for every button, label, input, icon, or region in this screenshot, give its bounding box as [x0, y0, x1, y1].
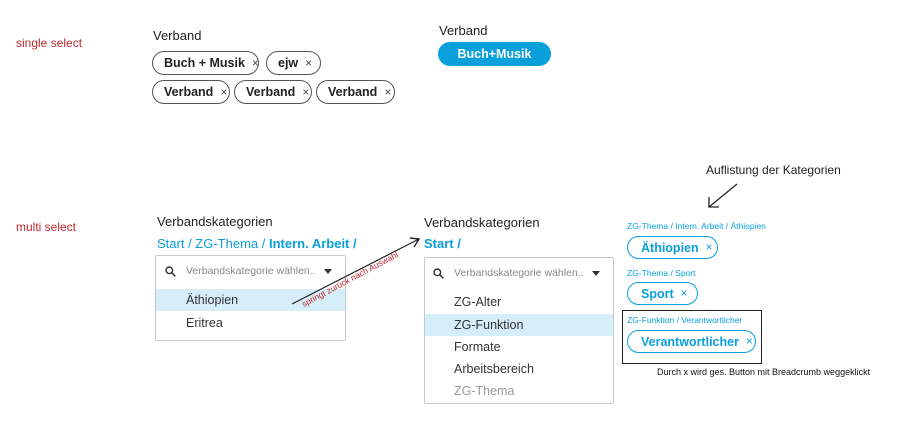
chip-verband-1[interactable]: Verband ×	[152, 80, 230, 104]
chip-label: Verband	[246, 85, 296, 99]
close-icon[interactable]: ×	[305, 56, 312, 70]
chip-label: ejw	[278, 56, 299, 70]
option-arbeitsbereich[interactable]: Arbeitsbereich	[425, 358, 613, 380]
search-row[interactable]: Verbandskategorie wählen..	[425, 258, 613, 288]
close-icon[interactable]: ×	[384, 85, 391, 99]
single-select-label: single select	[16, 36, 83, 50]
multi-select-label: multi select	[16, 220, 77, 234]
breadcrumb-right[interactable]: Start /	[424, 236, 461, 251]
category-path-1: ZG-Thema / Intern. Arbeit / Äthiopien	[627, 221, 766, 231]
dropdown-right[interactable]: Verbandskategorie wählen.. ZG-Alter ZG-F…	[424, 257, 614, 404]
close-icon[interactable]: ×	[746, 336, 753, 348]
breadcrumb-plain[interactable]: Start / ZG-Thema /	[157, 236, 269, 251]
breadcrumb-start[interactable]: Start /	[424, 236, 461, 251]
caret-down-icon[interactable]	[592, 270, 600, 276]
close-icon[interactable]: ×	[706, 242, 713, 254]
close-icon[interactable]: ×	[220, 85, 227, 99]
chip-buch-musik[interactable]: Buch + Musik ×	[152, 51, 259, 75]
category-path-3: ZG-Funktion / Verantwortlicher	[627, 315, 743, 325]
chip-label: Verantwortlicher	[641, 334, 739, 349]
chip-ejw[interactable]: ejw ×	[266, 51, 321, 75]
search-icon	[433, 267, 444, 279]
chip-verband-3[interactable]: Verband ×	[316, 80, 395, 104]
verband-heading-left: Verband	[153, 28, 202, 43]
option-zg-alter[interactable]: ZG-Alter	[425, 291, 613, 313]
verbandskategorien-heading-right: Verbandskategorien	[424, 215, 540, 230]
chip-label: Äthiopien	[641, 240, 699, 255]
chip-label: Verband	[164, 85, 214, 99]
chip-label: Sport	[641, 286, 674, 301]
verbandskategorien-heading-left: Verbandskategorien	[157, 214, 273, 229]
chip-label: Verband	[328, 85, 378, 99]
selected-pill[interactable]: Buch+Musik	[438, 42, 551, 66]
close-icon[interactable]: ×	[302, 85, 309, 99]
search-icon	[165, 265, 176, 277]
option-zg-funktion[interactable]: ZG-Funktion	[425, 314, 613, 336]
categories-title: Auflistung der Kategorien	[706, 163, 841, 177]
verband-heading-right: Verband	[439, 23, 488, 38]
option-formate[interactable]: Formate	[425, 336, 613, 358]
option-zg-thema: ZG-Thema	[454, 384, 515, 398]
category-chip-verantwortlicher[interactable]: Verantwortlicher ×	[627, 330, 756, 353]
arrow-down-left-icon	[708, 183, 738, 208]
category-path-2: ZG-Thema / Sport	[627, 268, 696, 278]
close-icon[interactable]: ×	[681, 288, 688, 300]
option-eritrea[interactable]: Eritrea	[156, 312, 345, 334]
chip-label: Buch + Musik	[164, 56, 245, 70]
category-chip-aethiopien[interactable]: Äthiopien ×	[627, 236, 718, 259]
chip-verband-2[interactable]: Verband ×	[234, 80, 312, 104]
footnote: Durch x wird ges. Button mit Breadcrumb …	[657, 367, 871, 377]
close-icon[interactable]: ×	[252, 56, 259, 70]
search-input[interactable]: Verbandskategorie wählen..	[454, 267, 592, 279]
category-chip-sport[interactable]: Sport ×	[627, 282, 698, 305]
